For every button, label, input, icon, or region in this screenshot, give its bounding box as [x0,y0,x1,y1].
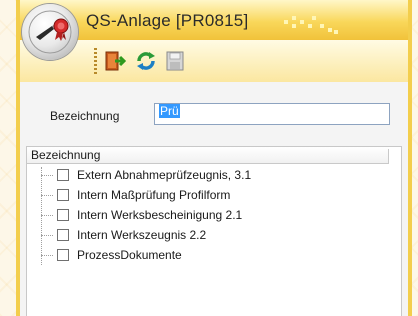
tree-item-label: Intern Werkszeugnis 2.2 [77,228,207,242]
tree-item[interactable]: Intern Werkszeugnis 2.2 [27,227,387,245]
column-divider[interactable] [388,149,389,163]
title-decoration [284,16,340,36]
tree-item-checkbox[interactable] [57,209,69,221]
tree-item-label: Intern Maßprüfung Profilform [77,188,231,202]
title-bar[interactable]: QS-Anlage [PR0815] [20,0,408,40]
tree-item-checkbox[interactable] [57,229,69,241]
tree-item[interactable]: Intern Maßprüfung Profilform [27,187,387,205]
tree-item-checkbox[interactable] [57,189,69,201]
tree-column-header[interactable]: Bezeichnung [27,147,389,164]
save-button[interactable] [164,50,188,72]
tree-column-header-label: Bezeichnung [31,148,101,162]
tree-item[interactable]: Intern Werksbescheinigung 2.1 [27,207,387,225]
bezeichnung-input-text: Prü [159,104,180,118]
tree-item[interactable]: Extern Abnahmeprüfzeugnis, 3.1 [27,167,387,185]
filter-form: Bezeichnung Prü [20,82,408,142]
tree-item-label: Extern Abnahmeprüfzeugnis, 3.1 [77,168,252,182]
toolbar-grip[interactable] [94,48,97,76]
exit-icon [105,51,127,71]
tree-item-checkbox[interactable] [57,249,69,261]
bezeichnung-label: Bezeichnung [50,109,120,123]
refresh-icon [137,52,155,70]
tree-item-label: Intern Werksbescheinigung 2.1 [77,208,243,222]
window-title: QS-Anlage [PR0815] [86,11,249,30]
exit-button[interactable] [104,50,128,72]
refresh-button[interactable] [134,50,158,72]
toolbar [20,40,408,83]
document-tree[interactable]: Bezeichnung Extern Abnahmeprüfzeugnis, 3… [26,146,402,316]
bezeichnung-input[interactable]: Prü [154,103,390,125]
tree-item[interactable]: ProzessDokumente [27,247,387,265]
save-icon [166,51,184,71]
qs-anlage-window: QS-Anlage [PR0815] Bezeichnung Prü Bezei… [16,0,412,316]
tree-item-checkbox[interactable] [57,169,69,181]
app-seal-icon [22,4,78,60]
tree-item-label: ProzessDokumente [77,248,182,262]
